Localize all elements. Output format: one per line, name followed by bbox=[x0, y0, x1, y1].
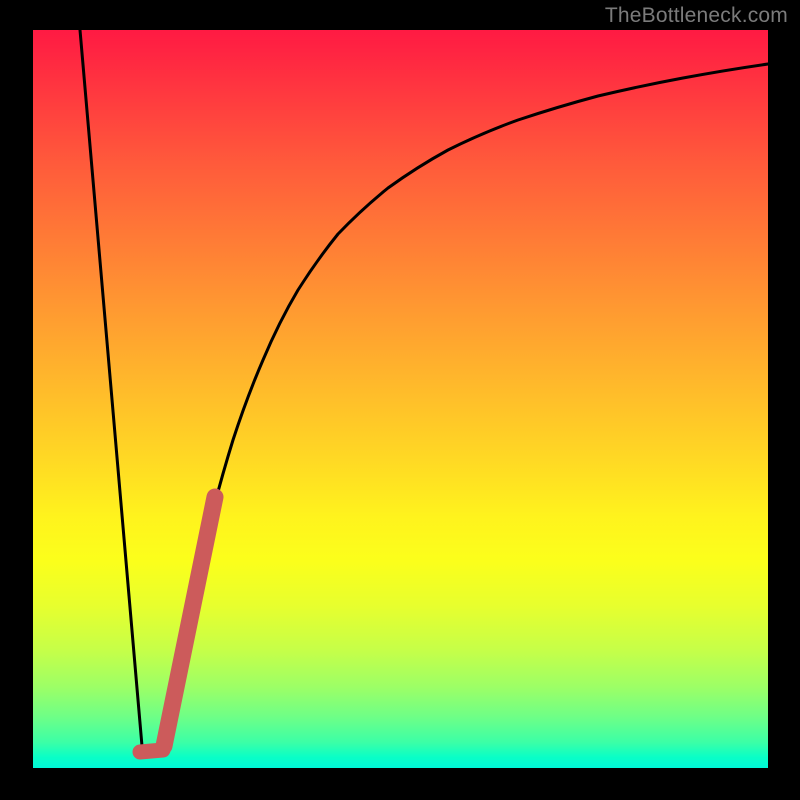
plot-area bbox=[33, 30, 768, 768]
marker-stroke-base bbox=[140, 750, 163, 752]
curve-right-ascent bbox=[163, 64, 768, 752]
watermark-label: TheBottleneck.com bbox=[605, 4, 788, 28]
chart-frame: TheBottleneck.com bbox=[0, 0, 800, 800]
chart-svg bbox=[33, 30, 768, 768]
curve-left-descent bbox=[80, 30, 142, 746]
marker-stroke bbox=[164, 497, 215, 746]
